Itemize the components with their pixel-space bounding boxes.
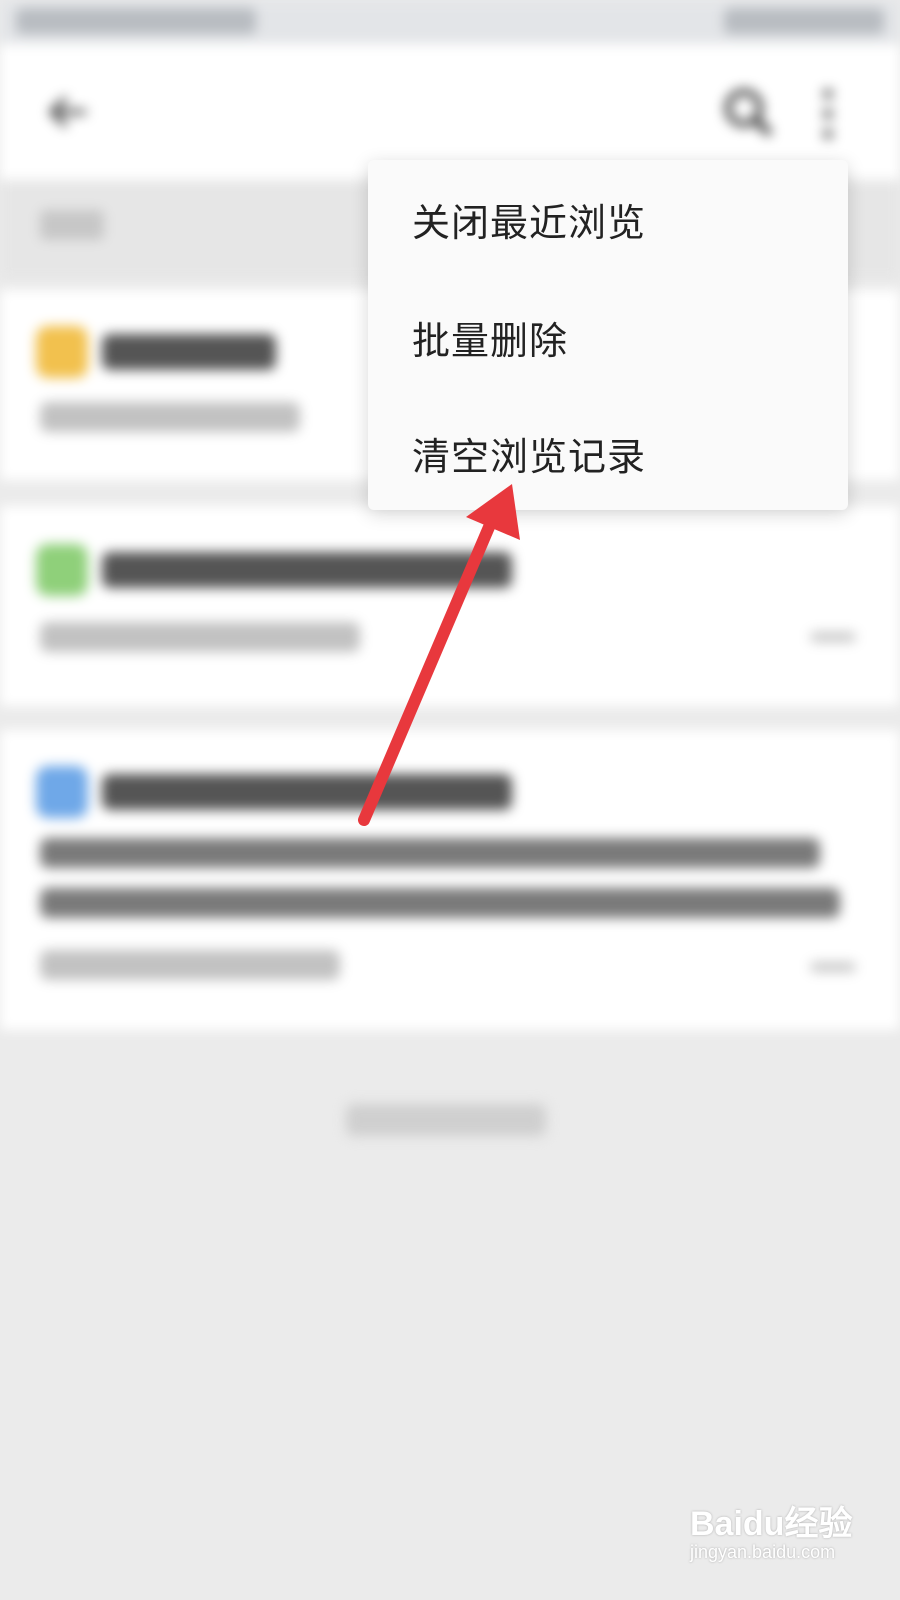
item-more-icon[interactable] bbox=[810, 962, 856, 972]
watermark-main: Baidu经验 bbox=[690, 1505, 853, 1543]
item-title bbox=[102, 774, 512, 810]
item-summary-line bbox=[40, 838, 820, 868]
item-meta bbox=[40, 622, 360, 652]
item-icon bbox=[36, 326, 88, 378]
status-bar-left bbox=[16, 8, 256, 34]
menu-item-clear-history[interactable]: 清空浏览记录 bbox=[368, 394, 848, 512]
menu-item-label: 批量删除 bbox=[412, 319, 569, 363]
list-item[interactable] bbox=[0, 506, 900, 706]
back-arrow-icon[interactable] bbox=[46, 94, 90, 130]
item-summary-line bbox=[40, 888, 840, 918]
overflow-menu: 关闭最近浏览 批量删除 清空浏览记录 bbox=[368, 160, 848, 510]
menu-item-label: 关闭最近浏览 bbox=[412, 201, 647, 245]
list-end-note bbox=[346, 1104, 546, 1136]
section-label-placeholder bbox=[40, 210, 104, 240]
menu-item-close-recent[interactable]: 关闭最近浏览 bbox=[368, 160, 848, 278]
item-icon bbox=[36, 766, 88, 818]
watermark-sub: jingyan.baidu.com bbox=[690, 1542, 836, 1562]
search-icon[interactable] bbox=[720, 84, 776, 140]
item-title bbox=[102, 334, 276, 370]
item-more-icon[interactable] bbox=[810, 632, 856, 642]
item-icon bbox=[36, 544, 88, 596]
more-vertical-icon[interactable] bbox=[820, 88, 836, 140]
baidu-watermark-logo: Baidu经验 jingyan.baidu.com bbox=[690, 1496, 870, 1576]
status-bar-right bbox=[724, 8, 884, 34]
menu-item-batch-delete[interactable]: 批量删除 bbox=[368, 278, 848, 396]
status-bar bbox=[0, 0, 900, 44]
item-meta bbox=[40, 950, 340, 980]
item-title bbox=[102, 552, 512, 588]
menu-item-label: 清空浏览记录 bbox=[412, 435, 647, 479]
list-item[interactable] bbox=[0, 730, 900, 1030]
item-meta bbox=[40, 402, 300, 432]
